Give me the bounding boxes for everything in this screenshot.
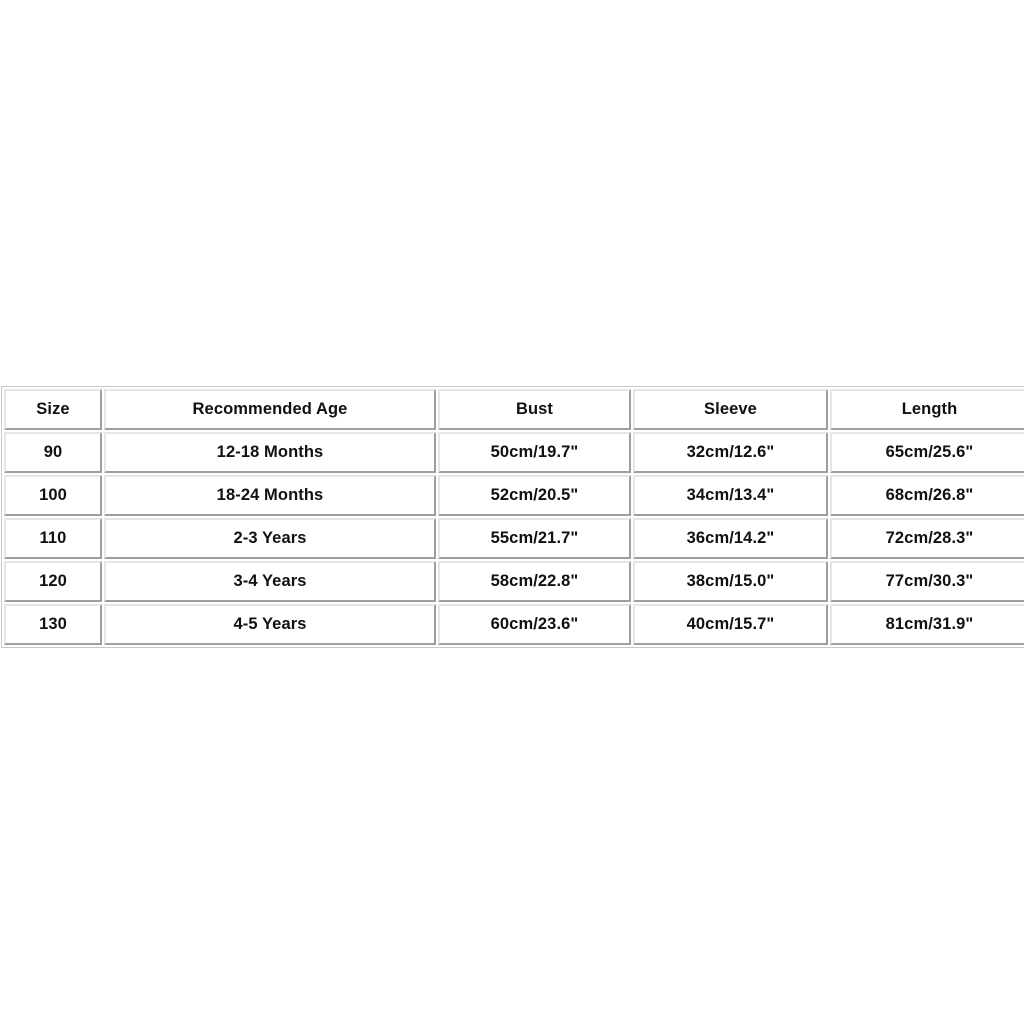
cell-sleeve: 32cm/12.6" — [633, 432, 828, 473]
cell-age: 18-24 Months — [104, 475, 436, 516]
size-chart-header: Size Recommended Age Bust Sleeve Length — [4, 389, 1024, 430]
cell-age: 2-3 Years — [104, 518, 436, 559]
size-chart-table: Size Recommended Age Bust Sleeve Length … — [1, 386, 1024, 648]
cell-length: 81cm/31.9" — [830, 604, 1024, 645]
cell-bust: 55cm/21.7" — [438, 518, 631, 559]
table-row: 120 3-4 Years 58cm/22.8" 38cm/15.0" 77cm… — [4, 561, 1024, 602]
cell-sleeve: 34cm/13.4" — [633, 475, 828, 516]
cell-sleeve: 38cm/15.0" — [633, 561, 828, 602]
page-canvas: Size Recommended Age Bust Sleeve Length … — [0, 0, 1024, 1024]
cell-age: 12-18 Months — [104, 432, 436, 473]
column-header-age: Recommended Age — [104, 389, 436, 430]
column-header-sleeve: Sleeve — [633, 389, 828, 430]
cell-age: 3-4 Years — [104, 561, 436, 602]
column-header-size: Size — [4, 389, 102, 430]
table-header-row: Size Recommended Age Bust Sleeve Length — [4, 389, 1024, 430]
cell-age: 4-5 Years — [104, 604, 436, 645]
cell-bust: 60cm/23.6" — [438, 604, 631, 645]
cell-length: 68cm/26.8" — [830, 475, 1024, 516]
table-row: 130 4-5 Years 60cm/23.6" 40cm/15.7" 81cm… — [4, 604, 1024, 645]
size-chart-body: 90 12-18 Months 50cm/19.7" 32cm/12.6" 65… — [4, 432, 1024, 645]
cell-length: 77cm/30.3" — [830, 561, 1024, 602]
cell-size: 90 — [4, 432, 102, 473]
cell-bust: 52cm/20.5" — [438, 475, 631, 516]
column-header-bust: Bust — [438, 389, 631, 430]
table-row: 90 12-18 Months 50cm/19.7" 32cm/12.6" 65… — [4, 432, 1024, 473]
table-row: 110 2-3 Years 55cm/21.7" 36cm/14.2" 72cm… — [4, 518, 1024, 559]
cell-size: 130 — [4, 604, 102, 645]
cell-length: 65cm/25.6" — [830, 432, 1024, 473]
table-row: 100 18-24 Months 52cm/20.5" 34cm/13.4" 6… — [4, 475, 1024, 516]
cell-size: 100 — [4, 475, 102, 516]
cell-length: 72cm/28.3" — [830, 518, 1024, 559]
cell-sleeve: 36cm/14.2" — [633, 518, 828, 559]
cell-sleeve: 40cm/15.7" — [633, 604, 828, 645]
cell-size: 110 — [4, 518, 102, 559]
cell-bust: 58cm/22.8" — [438, 561, 631, 602]
cell-size: 120 — [4, 561, 102, 602]
column-header-length: Length — [830, 389, 1024, 430]
cell-bust: 50cm/19.7" — [438, 432, 631, 473]
size-chart-container: Size Recommended Age Bust Sleeve Length … — [1, 386, 1024, 648]
